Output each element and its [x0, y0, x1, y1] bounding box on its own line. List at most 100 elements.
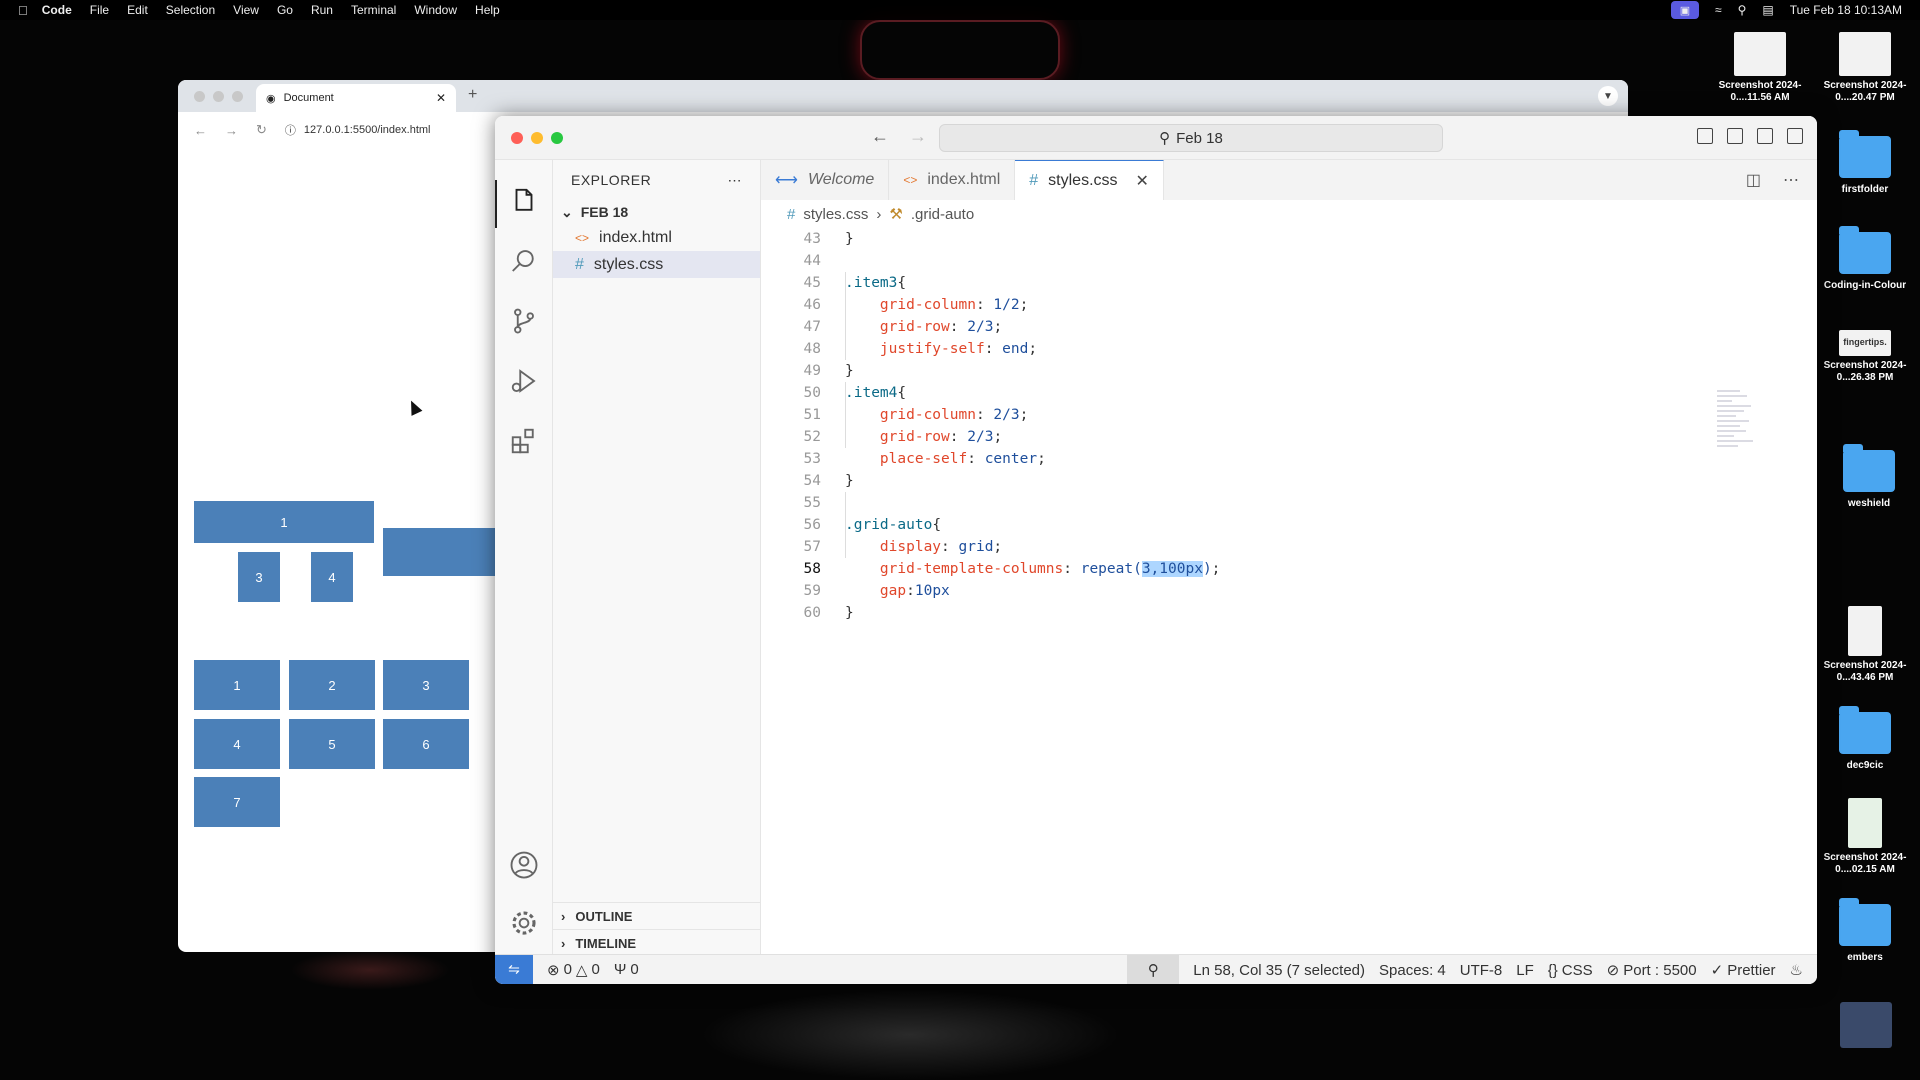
command-center-search[interactable]: ⚲ Feb 18	[939, 124, 1443, 152]
zoom-icon[interactable]: ⚲	[1127, 955, 1180, 984]
code-line[interactable]: 57 display: grid;	[761, 536, 1761, 558]
cursor-position[interactable]: Ln 58, Col 35 (7 selected)	[1193, 962, 1365, 979]
gear-icon[interactable]	[509, 908, 539, 938]
window-controls[interactable]	[194, 91, 243, 102]
language-mode[interactable]: {} CSS	[1548, 962, 1593, 979]
toggle-primary-sidebar-icon[interactable]	[1697, 128, 1713, 144]
split-editor-icon[interactable]: ◫	[1746, 170, 1761, 190]
menu-go[interactable]: Go	[277, 3, 293, 17]
desktop-icon[interactable]: embers	[1810, 898, 1920, 964]
nav-forward-icon[interactable]: →	[909, 126, 927, 147]
tab-styles-css[interactable]: # styles.css ✕	[1015, 160, 1164, 200]
more-actions-icon[interactable]: ⋯	[1783, 170, 1799, 190]
minimap[interactable]	[1717, 390, 1755, 486]
more-actions-icon[interactable]: ⋯	[728, 172, 743, 189]
menu-app[interactable]: Code	[42, 3, 72, 17]
browser-tab[interactable]: ◉ Document ✕	[256, 84, 456, 112]
remote-indicator-icon[interactable]: ⇋	[495, 954, 533, 984]
files-icon[interactable]	[509, 186, 539, 216]
control-center-icon[interactable]: ▤	[1762, 3, 1773, 17]
customize-layout-icon[interactable]	[1787, 128, 1803, 144]
code-line[interactable]: 50 .item4{	[761, 382, 1761, 404]
code-line[interactable]: 46 grid-column: 1/2;	[761, 294, 1761, 316]
outline-section[interactable]: › OUTLINE	[553, 902, 761, 929]
account-icon[interactable]	[509, 850, 539, 880]
ports-status[interactable]: Ψ0	[614, 961, 639, 978]
desktop-icon[interactable]: Screenshot 2024-0....20.47 PM	[1810, 32, 1920, 104]
code-line[interactable]: 49}	[761, 360, 1761, 382]
menu-terminal[interactable]: Terminal	[351, 3, 396, 17]
desktop-icon[interactable]: dec9cic	[1810, 706, 1920, 772]
search-icon[interactable]	[509, 246, 539, 276]
chevron-down-icon[interactable]: ▼	[1598, 86, 1618, 106]
menu-run[interactable]: Run	[311, 3, 333, 17]
code-line[interactable]: 59 gap:10px	[761, 580, 1761, 602]
menu-edit[interactable]: Edit	[127, 3, 148, 17]
tab-welcome[interactable]: ⟷ Welcome	[761, 160, 890, 200]
breadcrumb-file[interactable]: styles.css	[803, 206, 868, 223]
code-line[interactable]: 52 grid-row: 2/3;	[761, 426, 1761, 448]
minimize-window-button[interactable]	[531, 132, 543, 144]
close-tab-icon[interactable]: ✕	[1136, 171, 1149, 191]
toggle-secondary-sidebar-icon[interactable]	[1757, 128, 1773, 144]
desktop-icon[interactable]: Screenshot 2024-0...43.46 PM	[1810, 606, 1920, 684]
menu-window[interactable]: Window	[414, 3, 457, 17]
run-debug-icon[interactable]	[509, 366, 539, 396]
desktop-icon[interactable]: weshield	[1814, 444, 1920, 510]
tab-index-html[interactable]: <> index.html	[889, 160, 1016, 200]
source-control-icon[interactable]	[509, 306, 539, 336]
code-line[interactable]: 43}	[761, 228, 1761, 250]
eol-status[interactable]: LF	[1516, 962, 1534, 979]
forward-icon[interactable]: →	[225, 123, 238, 138]
code-line[interactable]: 54}	[761, 470, 1761, 492]
new-tab-button[interactable]: +	[468, 86, 477, 104]
encoding-status[interactable]: UTF-8	[1460, 962, 1503, 979]
maximize-window-button[interactable]	[551, 132, 563, 144]
indentation-status[interactable]: Spaces: 4	[1379, 962, 1446, 979]
search-icon[interactable]: ⚲	[1738, 3, 1747, 17]
code-line[interactable]: 48 justify-self: end;	[761, 338, 1761, 360]
bell-icon[interactable]: ♨	[1790, 961, 1803, 979]
screen-record-icon[interactable]: ▣	[1670, 1, 1699, 19]
code-line[interactable]: 45 .item3{	[761, 272, 1761, 294]
problems-status[interactable]: ⊗ 0 △ 0	[547, 961, 600, 979]
menubar-clock[interactable]: Tue Feb 18 10:13AM	[1790, 3, 1902, 17]
code-line[interactable]: 53 place-self: center;	[761, 448, 1761, 470]
code-line[interactable]: 44	[761, 250, 1761, 272]
desktop-icon[interactable]: Coding-in-Colour	[1810, 226, 1920, 292]
workspace-folder[interactable]: ⌄ FEB 18	[553, 200, 760, 224]
menu-help[interactable]: Help	[475, 3, 500, 17]
menu-view[interactable]: View	[233, 3, 259, 17]
code-line[interactable]: 47 grid-row: 2/3;	[761, 316, 1761, 338]
code-line[interactable]: 55	[761, 492, 1761, 514]
code-line[interactable]: 51 grid-column: 2/3;	[761, 404, 1761, 426]
desktop-icon[interactable]: firstfolder	[1810, 130, 1920, 196]
apple-icon[interactable]: 	[18, 3, 28, 18]
file-item-styles-css[interactable]: # styles.css	[553, 251, 760, 278]
code-line[interactable]: 58 grid-template-columns: repeat(3,100px…	[761, 558, 1761, 580]
menu-selection[interactable]: Selection	[166, 3, 215, 17]
nav-back-icon[interactable]: ←	[871, 126, 889, 147]
desktop-icon[interactable]: Screenshot 2024-0....11.56 AM	[1705, 32, 1815, 104]
breadcrumb-symbol[interactable]: .grid-auto	[911, 206, 974, 223]
desktop-app-icon[interactable]	[1840, 1002, 1892, 1048]
close-tab-icon[interactable]: ✕	[436, 91, 446, 105]
live-server-port[interactable]: ⊘ Port : 5500	[1607, 961, 1697, 980]
site-info-icon[interactable]: ⓘ	[285, 122, 296, 138]
wifi-icon[interactable]: ≈	[1715, 3, 1722, 17]
address-bar[interactable]: ⓘ 127.0.0.1:5500/index.html	[285, 122, 431, 138]
desktop-icon[interactable]: Screenshot 2024-0....02.15 AM	[1810, 798, 1920, 876]
file-item-index-html[interactable]: <> index.html	[553, 224, 760, 251]
reload-icon[interactable]: ↻	[256, 122, 267, 138]
window-controls[interactable]	[511, 132, 563, 144]
code-line[interactable]: 60}	[761, 602, 1761, 624]
prettier-status[interactable]: ✓ Prettier	[1711, 961, 1776, 980]
back-icon[interactable]: ←	[194, 123, 207, 138]
toggle-panel-icon[interactable]	[1727, 128, 1743, 144]
close-window-button[interactable]	[511, 132, 523, 144]
menu-file[interactable]: File	[90, 3, 109, 17]
desktop-icon[interactable]: fingertips. Screenshot 2024-0...26.38 PM	[1810, 330, 1920, 384]
timeline-section[interactable]: › TIMELINE	[553, 929, 761, 956]
code-line[interactable]: 56 .grid-auto{	[761, 514, 1761, 536]
extensions-icon[interactable]	[509, 426, 539, 456]
